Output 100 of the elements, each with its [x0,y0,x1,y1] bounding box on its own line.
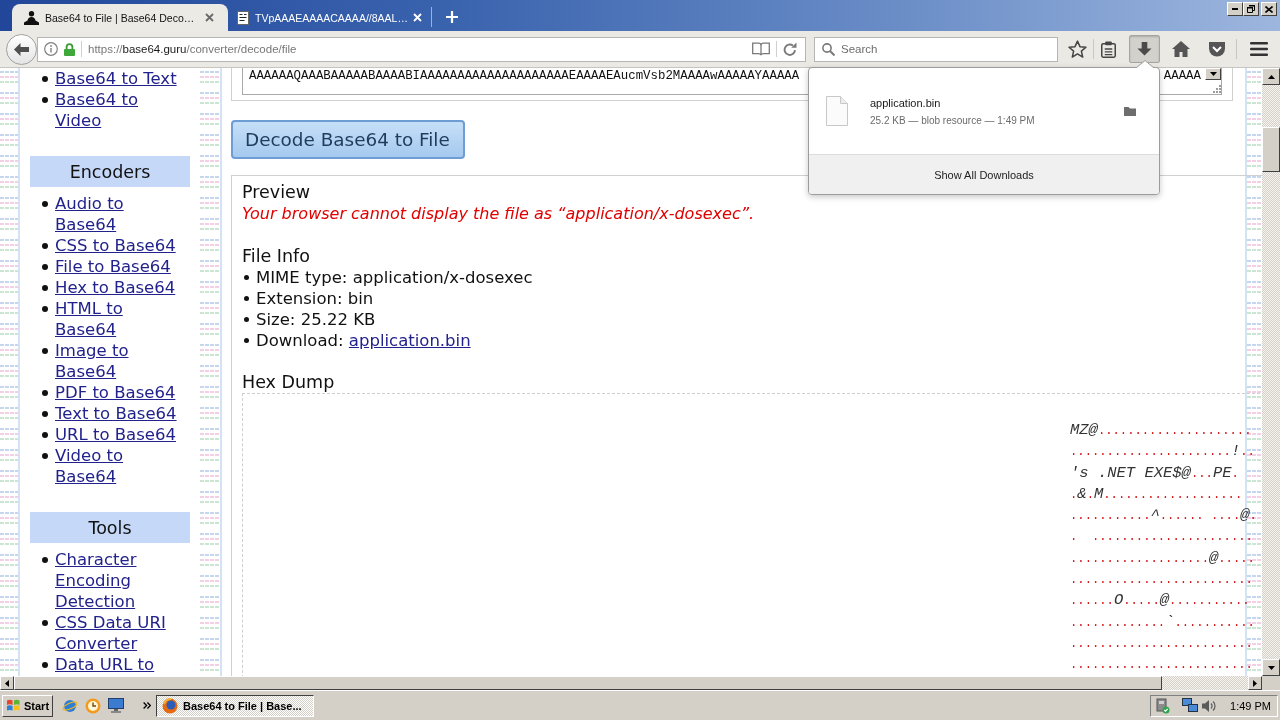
triangle-left-icon [5,679,9,687]
arrow-left-icon [14,42,29,56]
star-icon[interactable] [1068,40,1087,58]
bullet-icon [244,317,249,322]
hex-ascii-line: ......................... [1070,572,1254,590]
bullet-icon [244,296,249,301]
file-icon [826,96,848,126]
download-link[interactable]: application.bin [348,331,471,350]
scroll-down-button[interactable] [1205,68,1221,80]
plus-icon[interactable] [446,11,458,23]
book-icon[interactable] [752,42,770,56]
clock-text: 1:49 PM [1230,699,1271,712]
monitor-icon[interactable] [108,698,124,713]
scroll-thumb[interactable] [1262,127,1280,172]
sidebar-link[interactable]: CSS to Base64 [55,235,185,256]
sidebar-link[interactable]: Text to Base64 [55,403,185,424]
sidebar-link[interactable]: Audio to Base64 [55,193,185,235]
device-check-icon[interactable] [1156,697,1170,714]
browser-tab[interactable]: TVpAAAEAAAACAAAA//8AAL… [228,4,431,31]
triangle-right-icon [1253,679,1257,687]
hex-ascii-line: . ...................... [1070,529,1254,547]
restore-button[interactable] [1243,2,1259,16]
clock-icon[interactable] [85,697,101,714]
sidebar-link[interactable]: HTML to Base64 [55,298,185,340]
chevron-shield-icon[interactable] [1209,41,1225,57]
bullet-icon [42,432,48,438]
back-button[interactable] [6,33,37,65]
bullet-icon [42,662,48,668]
flag-icon [6,699,21,712]
bullet-icon [42,264,48,270]
section-heading: File Info [242,245,311,267]
sidebar-link[interactable]: File to Base64 [55,256,185,277]
section-heading: Preview [242,181,312,203]
close-icon[interactable] [205,13,214,22]
bullet-icon [42,243,48,249]
globe-ring-icon[interactable] [62,697,78,714]
menu-icon[interactable] [1250,42,1268,56]
network-icon[interactable] [1182,698,1198,713]
hex-ascii-line: 's .NET EXE$@...PE. [1070,462,1240,484]
close-icon [1265,5,1273,13]
browser-tab[interactable]: Base64 to File | Base64 Deco… [12,4,228,31]
sidebar-link[interactable]: Base64 to Text [55,68,185,89]
scroll-left-button[interactable] [0,676,14,690]
sidebar-link[interactable]: Image to Base64 [55,340,185,382]
bullet-icon [42,285,48,291]
sidebar-link[interactable]: URL to Base64 [55,424,185,445]
reload-icon[interactable] [783,42,797,56]
hex-ascii-line: MZ@..................... [1070,420,1253,441]
sidebar-link[interactable]: Character Encoding Detection [55,549,185,612]
triangle-down-icon [1267,665,1275,670]
bullet-icon [42,390,48,396]
sidebar-link[interactable]: CSS Data URI Converter [55,612,185,654]
sidebar-link[interactable]: Data URL to [55,654,185,675]
bullet-icon [42,411,48,417]
sidebar-link[interactable]: Hex to Base64 [55,277,185,298]
person-icon [24,10,39,25]
show-all-downloads-button[interactable]: Show All Downloads [809,155,1159,194]
preview-message: Your browser cannot display the file as “application/x-dosexec”. [242,203,756,225]
hex-ascii-line: ......O.....@........... [1070,590,1251,612]
bullet-icon [244,275,249,280]
resize-grip-icon[interactable] [1213,85,1221,93]
clipboard-icon[interactable] [1101,40,1116,58]
decode-button[interactable]: Decode Base64 to File [231,120,465,159]
start-button[interactable]: Start [2,694,53,717]
scroll-up-button[interactable] [1262,68,1280,85]
bullet-icon [42,557,48,563]
scroll-right-button[interactable] [1248,676,1262,690]
sidebar-link[interactable]: PDF to Base64 [55,382,185,403]
taskbar-button[interactable]: Base64 to File | Base... [156,694,314,717]
lock-icon[interactable] [64,42,75,56]
home-icon[interactable] [1172,41,1190,57]
download-arrow-icon [1137,41,1152,57]
search-icon [822,42,835,56]
bullet-icon [42,306,48,312]
sidebar-link[interactable]: Base64 to Video [55,89,185,131]
section-heading: Tools [30,512,190,543]
file-info-text: Size: 25.22 KB [256,309,376,330]
hex-ascii-line: ......................... [1070,657,1254,675]
sidebar-link[interactable]: Video to Base64 [55,445,185,487]
globe-icon [162,697,178,714]
close-button[interactable] [1261,2,1277,16]
speaker-icon[interactable] [1202,698,1216,713]
hex-ascii-line: .&.M................... [1070,483,1244,505]
info-icon[interactable] [44,42,58,56]
bullet-icon [42,76,48,82]
file-info-text: MIME type: application/x-dosexec [256,267,533,288]
downloads-button[interactable] [1129,35,1160,63]
search-field[interactable]: Search [814,36,1058,62]
document-icon [237,10,249,25]
triangle-up-icon [1267,74,1275,79]
double-chevron-icon[interactable] [143,702,151,709]
hex-ascii-line: ......................... [1070,635,1254,653]
download-details: 25.2 KB — blob resource — 1:49 PM [870,114,1035,126]
restore-icon [1247,5,1255,13]
hex-ascii-line: ......................!.. [1070,441,1256,463]
folder-icon[interactable] [1124,106,1136,116]
url-field[interactable]: https://base64.guru/converter/decode/file [37,36,806,62]
scroll-down-button[interactable] [1262,659,1280,676]
bullet-icon [42,201,48,207]
minimize-button[interactable] [1227,2,1243,16]
